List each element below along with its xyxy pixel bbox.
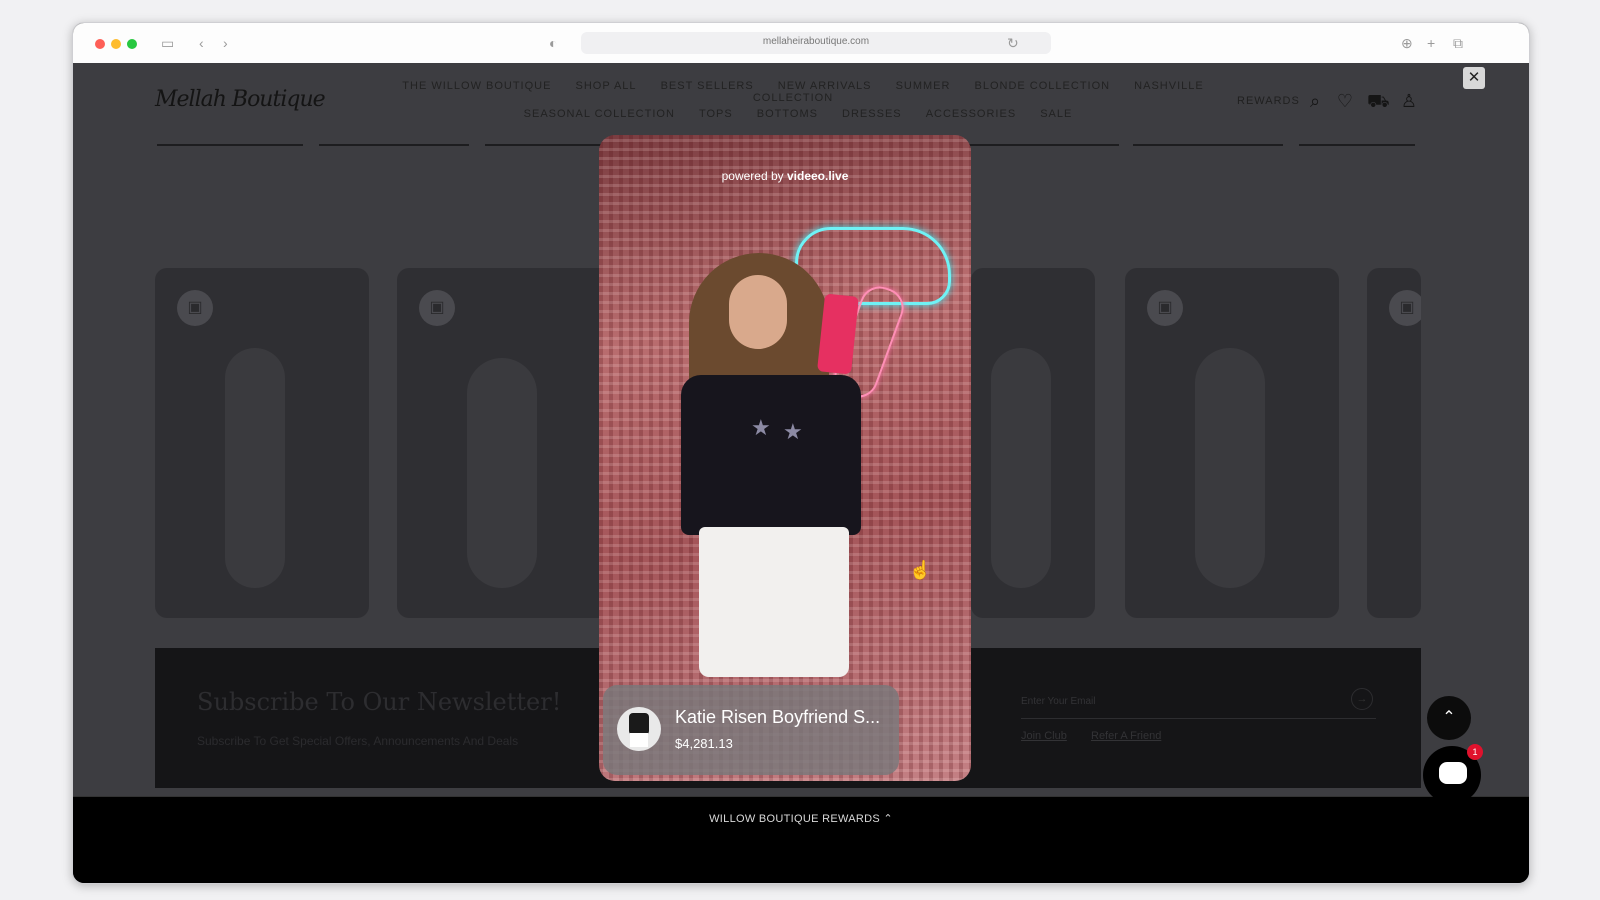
refer-friend-link[interactable]: Refer A Friend: [1091, 730, 1161, 742]
minimize-window-button[interactable]: [111, 39, 121, 49]
nav-item[interactable]: SUMMER: [896, 80, 951, 92]
chevron-up-icon: ⌃: [883, 813, 893, 825]
browser-toolbar: ▭ ‹ › ◐ mellaheiraboutique.com ↻ ⊕ + ⧉: [73, 23, 1529, 64]
nav-item[interactable]: SHOP ALL: [576, 80, 637, 92]
rewards-tab-label: WILLOW BOUTIQUE REWARDS: [709, 813, 880, 825]
newsletter-title: Subscribe To Our Newsletter!: [197, 688, 562, 716]
nav-item[interactable]: SALE: [1040, 108, 1072, 120]
site-logo[interactable]: Mellah Boutique: [155, 87, 326, 112]
close-modal-button[interactable]: ✕: [1463, 67, 1485, 89]
powered-brand[interactable]: videeo.live: [787, 169, 848, 183]
video-card-icon: ▣: [1389, 290, 1421, 326]
divider: [1133, 144, 1283, 146]
star-graphic: ★: [751, 415, 771, 440]
divider: [319, 144, 469, 146]
video-player-modal[interactable]: ★ ★ powered by videeo.live Katie Risen B…: [599, 135, 971, 781]
model-shorts: [699, 527, 849, 677]
tabs-overview-icon[interactable]: ⧉: [1453, 35, 1463, 51]
powered-prefix: powered by: [721, 169, 784, 183]
video-card-icon: ▣: [419, 290, 455, 326]
powered-by-label: powered by videeo.live: [599, 169, 971, 183]
address-bar[interactable]: mellaheiraboutique.com: [581, 32, 1051, 54]
model-tshirt: ★ ★: [681, 375, 861, 535]
footer-bar: WILLOW BOUTIQUE REWARDS ⌃: [73, 796, 1529, 883]
newsletter-subtitle: Subscribe To Get Special Offers, Announc…: [197, 734, 519, 748]
download-icon[interactable]: ⊕: [1401, 35, 1413, 51]
product-card[interactable]: Katie Risen Boyfriend S... $4,281.13: [603, 685, 899, 775]
chat-button[interactable]: 1: [1423, 744, 1483, 804]
account-icon[interactable]: ♙: [1399, 91, 1419, 111]
reload-icon[interactable]: ↻: [1007, 35, 1019, 51]
cart-icon[interactable]: ⛟: [1367, 91, 1390, 111]
card-figure: [467, 358, 537, 588]
rewards-tab[interactable]: WILLOW BOUTIQUE REWARDS ⌃: [73, 812, 1529, 825]
chat-bubble-icon: [1439, 762, 1467, 784]
chat-unread-badge: 1: [1467, 744, 1483, 760]
video-card-icon: ▣: [1147, 290, 1183, 326]
maximize-window-button[interactable]: [127, 39, 137, 49]
divider: [157, 144, 303, 146]
browser-window: ▭ ‹ › ◐ mellaheiraboutique.com ↻ ⊕ + ⧉ M…: [72, 22, 1530, 884]
rewards-link[interactable]: REWARDS: [1237, 95, 1300, 107]
star-graphic: ★: [783, 419, 803, 444]
heart-icon[interactable]: ♡: [1335, 91, 1355, 111]
close-window-button[interactable]: [95, 39, 105, 49]
video-card[interactable]: ▣: [1367, 268, 1421, 618]
product-price: $4,281.13: [675, 736, 733, 751]
video-card[interactable]: [971, 268, 1095, 618]
card-figure: [225, 348, 285, 588]
nav-item[interactable]: BOTTOMS: [757, 108, 818, 120]
video-card-icon: ▣: [177, 290, 213, 326]
newsletter-email-input[interactable]: Enter Your Email: [1021, 696, 1376, 719]
web-page: Mellah Boutique THE WILLOW BOUTIQUE SHOP…: [73, 63, 1529, 883]
new-tab-icon[interactable]: +: [1427, 35, 1435, 51]
shield-icon[interactable]: ◐: [549, 35, 557, 51]
model-face: [729, 275, 787, 349]
join-club-link[interactable]: Join Club: [1021, 730, 1067, 742]
submit-arrow-icon[interactable]: →: [1351, 688, 1373, 710]
nav-item[interactable]: ACCESSORIES: [926, 108, 1016, 120]
nav-item[interactable]: BLONDE COLLECTION: [975, 80, 1111, 92]
video-card[interactable]: ▣: [1125, 268, 1339, 618]
scroll-to-top-button[interactable]: ⌃: [1427, 696, 1471, 740]
divider: [1299, 144, 1415, 146]
video-card[interactable]: ▣: [155, 268, 369, 618]
card-figure: [991, 348, 1051, 588]
scrollbar[interactable]: [1515, 128, 1523, 808]
nav-item[interactable]: THE WILLOW BOUTIQUE: [402, 80, 551, 92]
divider: [969, 144, 1119, 146]
nav-item[interactable]: DRESSES: [842, 108, 902, 120]
search-icon[interactable]: ⌕: [1305, 91, 1325, 111]
back-arrow-icon[interactable]: ‹: [199, 35, 204, 51]
video-card[interactable]: ▣: [397, 268, 611, 618]
nav-item[interactable]: TOPS: [699, 108, 733, 120]
product-thumbnail: [617, 707, 661, 751]
nav-item[interactable]: SEASONAL COLLECTION: [524, 108, 675, 120]
nav-item[interactable]: NEW ARRIVALS: [778, 80, 872, 92]
main-nav-row-2: SEASONAL COLLECTION TOPS BOTTOMS DRESSES…: [373, 108, 1223, 120]
forward-arrow-icon[interactable]: ›: [223, 35, 228, 51]
url-text: mellaheiraboutique.com: [762, 36, 870, 47]
card-figure: [1195, 348, 1265, 588]
nav-item[interactable]: BEST SELLERS: [661, 80, 754, 92]
product-name: Katie Risen Boyfriend S...: [675, 707, 881, 727]
hand-cursor-icon: ☝: [909, 560, 932, 580]
main-nav-row-1: THE WILLOW BOUTIQUE SHOP ALL BEST SELLER…: [373, 80, 1223, 104]
sidebar-toggle-icon[interactable]: ▭: [161, 35, 174, 51]
